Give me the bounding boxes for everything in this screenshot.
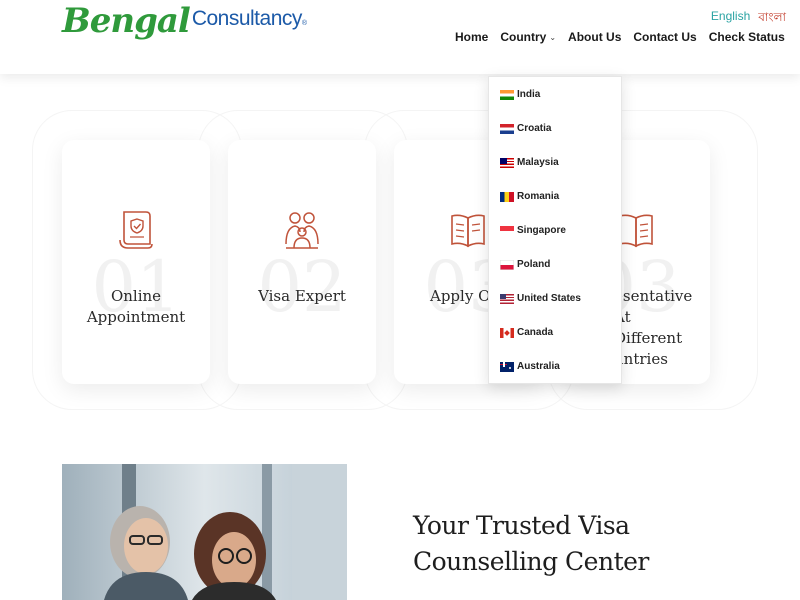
- headline-line: Your Trusted Visa: [413, 511, 630, 540]
- card-label-line: Visa Expert: [258, 287, 346, 305]
- malaysia-flag-icon: [500, 157, 514, 168]
- country-item-singapore[interactable]: Singapore: [500, 225, 566, 236]
- country-label: Romania: [517, 191, 560, 202]
- usa-flag-icon: [500, 293, 514, 304]
- card-label: Visa Expert: [228, 286, 376, 307]
- nav-about[interactable]: About Us: [568, 30, 621, 44]
- feature-card-online-appointment[interactable]: 01 Online Appointment: [62, 140, 210, 384]
- office-scene-image: [62, 464, 347, 600]
- country-item-india[interactable]: India: [500, 89, 540, 100]
- india-flag-icon: [500, 89, 514, 100]
- logo-bengal-text: Bengal: [62, 1, 191, 41]
- card-label-line: At Different: [614, 308, 683, 347]
- country-item-croatia[interactable]: Croatia: [500, 123, 551, 134]
- nav-home[interactable]: Home: [455, 30, 488, 44]
- croatia-flag-icon: [500, 123, 514, 134]
- headline-line: Counselling Center: [413, 547, 649, 576]
- chevron-down-icon: ⌄: [549, 32, 557, 42]
- registered-mark: ®: [301, 20, 308, 27]
- logo-consultancy-text: Consultancy: [191, 7, 303, 30]
- country-label: Australia: [517, 361, 560, 372]
- language-switcher: English বাংলা: [711, 9, 786, 29]
- country-item-united-states[interactable]: United States: [500, 293, 581, 304]
- counselling-photo: [62, 464, 347, 600]
- country-item-poland[interactable]: Poland: [500, 259, 550, 270]
- nav-contact[interactable]: Contact Us: [633, 30, 696, 44]
- lang-english-link[interactable]: English: [711, 9, 750, 29]
- country-item-canada[interactable]: Canada: [500, 327, 553, 338]
- card-label-line: Online: [110, 287, 162, 305]
- card-label-line: untries: [614, 350, 668, 368]
- country-label: United States: [517, 293, 581, 304]
- country-label: Canada: [517, 327, 554, 338]
- country-label: Poland: [517, 259, 551, 270]
- nav-country[interactable]: Country ⌄: [500, 30, 556, 44]
- main-nav: Home Country ⌄ About Us Contact Us Check…: [455, 30, 785, 44]
- australia-flag-icon: [500, 361, 514, 372]
- certificate-icon: [119, 211, 153, 249]
- nav-country-label: Country: [500, 30, 547, 44]
- country-item-romania[interactable]: Romania: [500, 191, 559, 202]
- country-label: Croatia: [517, 123, 552, 134]
- country-dropdown-menu: India Croatia Malaysia Romania Singapore…: [488, 76, 622, 384]
- country-label: India: [517, 89, 541, 100]
- romania-flag-icon: [500, 191, 514, 202]
- poland-flag-icon: [500, 259, 514, 270]
- feature-card-visa-expert[interactable]: 02 Visa Expert: [228, 140, 376, 384]
- canada-flag-icon: [500, 327, 514, 338]
- singapore-flag-icon: [500, 225, 514, 236]
- country-label: Singapore: [517, 225, 566, 236]
- book-icon: [619, 214, 653, 248]
- logo[interactable]: Bengal Consultancy ®: [62, 4, 307, 38]
- card-label: Online Appointment: [62, 286, 210, 328]
- about-headline: Your Trusted Visa Counselling Center: [413, 508, 649, 580]
- country-item-australia[interactable]: Australia: [500, 361, 560, 372]
- card-label-line: esentative: [614, 287, 693, 305]
- nav-check-status[interactable]: Check Status: [709, 30, 785, 44]
- book-icon: [451, 214, 485, 248]
- country-item-malaysia[interactable]: Malaysia: [500, 157, 559, 168]
- site-header: Bengal Consultancy ® English বাংলা Home …: [0, 0, 800, 74]
- card-label-line: Appointment: [86, 308, 186, 326]
- country-label: Malaysia: [517, 157, 559, 168]
- family-icon: [285, 212, 319, 249]
- lang-bangla-link[interactable]: বাংলা: [758, 9, 786, 29]
